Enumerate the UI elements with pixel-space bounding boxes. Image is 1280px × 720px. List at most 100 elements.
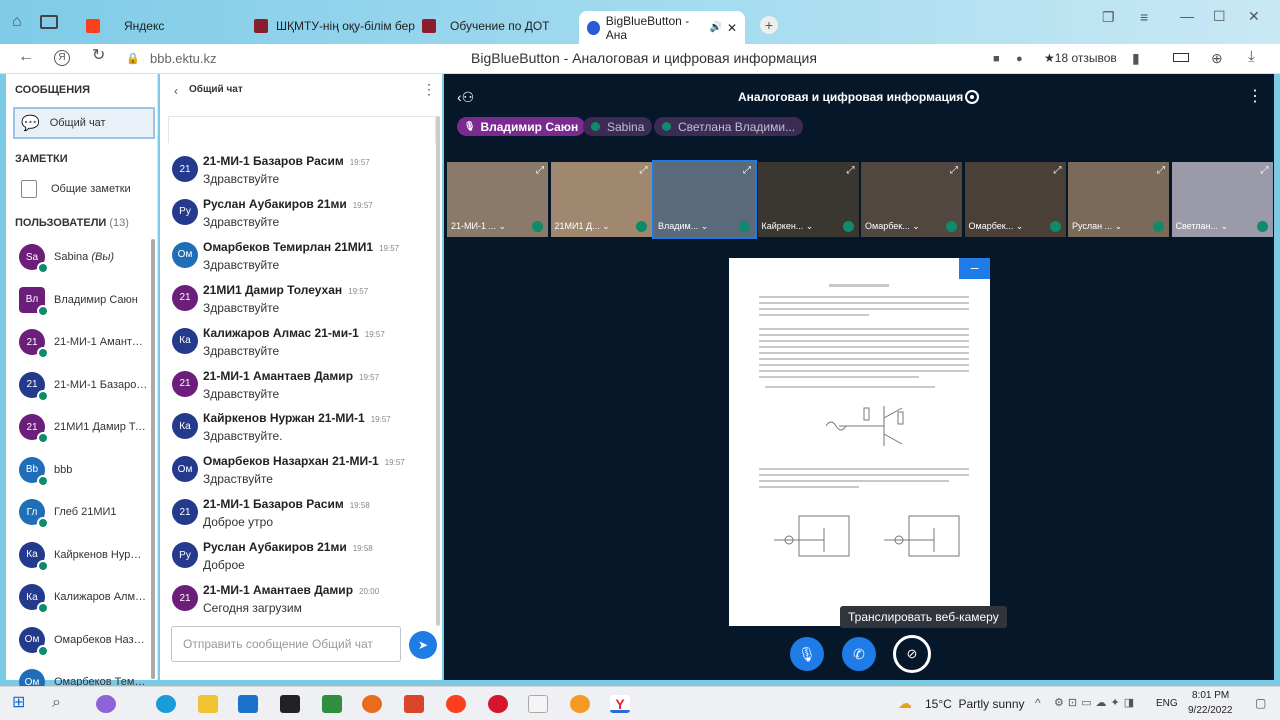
back-icon[interactable]: ← [18, 49, 34, 65]
fullscreen-icon[interactable]: ⤢ [950, 165, 958, 176]
user-list-item[interactable]: 21 21-МИ-1 Амантае... [6, 322, 158, 362]
webcam-tile[interactable]: ⤢ 21МИ1 Д... ⌄ [550, 162, 652, 237]
fullscreen-icon[interactable]: ⤢ [640, 165, 648, 176]
taskbar-app-5[interactable] [280, 695, 300, 713]
webcam-label[interactable]: 21-МИ-1 ... ⌄ [451, 221, 506, 232]
minimize-icon[interactable]: — [1180, 9, 1194, 23]
url-text[interactable]: bbb.ektu.kz [150, 51, 217, 66]
public-chat-item[interactable]: 💬 Общий чат [13, 107, 155, 139]
mic-icon[interactable]: ● [1016, 52, 1023, 66]
chat-title: Общий чат [189, 84, 243, 95]
tabs-icon[interactable] [40, 15, 58, 29]
download-icon[interactable]: ⤓ [1248, 49, 1255, 64]
office-icon[interactable] [404, 695, 424, 713]
chat-input[interactable]: Отправить сообщение Общий чат [171, 626, 401, 662]
user-list-item[interactable]: Гл Глеб 21МИ1 [6, 492, 158, 532]
tab-yandex[interactable]: Яндекс [86, 12, 164, 40]
chevron-left-icon[interactable]: ‹ [174, 84, 178, 98]
edge-icon[interactable] [156, 695, 176, 713]
user-list-item[interactable]: Sa Sabina (Вы) [6, 237, 158, 277]
sidebar-scrollbar[interactable] [151, 239, 155, 679]
user-list-item[interactable]: 21 21МИ1 Дамир Тол... [6, 407, 158, 447]
yandex-button-icon[interactable]: Я [54, 50, 70, 66]
weather-text[interactable]: 15°C Partly sunny [925, 697, 1025, 711]
new-tab-icon[interactable]: + [760, 16, 778, 34]
windows-taskbar: ⊞ ⌕ Y ☁ 15°C Partly sunny ^ ⚙⊡▭☁✦◨ ENG 8… [0, 686, 1280, 720]
send-button[interactable]: ➤ [409, 631, 437, 659]
minimize-presentation-button[interactable]: – [959, 258, 990, 279]
file-explorer-icon[interactable] [198, 695, 218, 713]
message-author: Омарбеков Назархан 21-МИ-1 19:57 [203, 454, 405, 468]
fullscreen-icon[interactable]: ⤢ [1157, 165, 1165, 176]
reviews-link[interactable]: ★18 отзывов [1044, 51, 1117, 65]
menu-icon[interactable]: ≡ [1140, 10, 1148, 24]
user-list-item[interactable]: Ка Кайркенов Нуржа... [6, 535, 158, 575]
user-list-item[interactable]: 21 21-МИ-1 Базаров ... [6, 365, 158, 405]
taskbar-app-1[interactable] [96, 695, 116, 713]
fullscreen-icon[interactable]: ⤢ [1054, 165, 1062, 176]
chat-scrollbar[interactable] [436, 116, 440, 626]
shared-notes-item[interactable]: Общие заметки [6, 178, 158, 200]
user-list-item[interactable]: Ом Омарбеков Назар... [6, 620, 158, 660]
webcam-tile[interactable]: ⤢ Омарбек... ⌄ [861, 162, 962, 237]
clock-time[interactable]: 8:01 PM [1192, 690, 1229, 701]
taskbar-app-6[interactable] [322, 695, 342, 713]
sound-icon[interactable]: 🔊 [709, 22, 721, 33]
bookmarks-icon[interactable]: ❐ [1102, 10, 1115, 24]
opera-icon[interactable] [488, 695, 508, 713]
tab-bigbluebutton[interactable]: BigBlueButton - Ана 🔊 ✕ [579, 11, 745, 44]
webcam-tile[interactable]: ⤢ Руслан ... ⌄ [1068, 162, 1169, 237]
home-icon[interactable]: ⌂ [12, 14, 22, 30]
user-list-item[interactable]: Bb bbb [6, 450, 158, 490]
fullscreen-icon[interactable]: ⤢ [536, 165, 544, 176]
webcam-label[interactable]: Кайркен... ⌄ [762, 221, 814, 232]
reload-icon[interactable]: ↻ [92, 48, 105, 64]
mail-icon[interactable] [238, 695, 258, 713]
taskbar-app-12[interactable] [570, 695, 590, 713]
site-icon [422, 19, 436, 33]
camera-icon[interactable]: ■ [993, 52, 1000, 66]
taskbar-app-11[interactable] [528, 695, 548, 713]
language-indicator[interactable]: ENG [1156, 698, 1178, 709]
audio-button[interactable]: ✆ [842, 637, 876, 671]
webcam-button[interactable]: ⊘ [893, 635, 931, 673]
webcam-label[interactable]: 21МИ1 Д... ⌄ [555, 221, 610, 232]
fullscreen-icon[interactable]: ⤢ [1261, 165, 1269, 176]
webcam-tile[interactable]: ⤢ Светлан... ⌄ [1171, 162, 1273, 237]
webcam-label[interactable]: Омарбек... ⌄ [865, 221, 920, 232]
tab-vkstu[interactable]: ШҚМТУ-нің оқу-білім бер [254, 12, 415, 40]
extension-icon[interactable]: ⊕ [1211, 51, 1223, 65]
close-tab-icon[interactable]: ✕ [727, 21, 737, 35]
muted-mic-icon [591, 122, 600, 131]
search-icon[interactable]: ⌕ [52, 695, 61, 711]
tray-chevron-icon[interactable]: ^ [1035, 696, 1041, 710]
notification-icon[interactable]: ▢ [1255, 696, 1266, 710]
windows-start-icon[interactable]: ⊞ [12, 695, 25, 711]
webcam-label[interactable]: Светлан... ⌄ [1176, 221, 1229, 232]
more-options-icon[interactable]: ⋮ [422, 82, 436, 96]
tab-dot[interactable]: Обучение по ДОТ [422, 12, 550, 40]
webcam-label[interactable]: Омарбек... ⌄ [969, 221, 1024, 232]
tray-icons[interactable]: ⚙⊡▭☁✦◨ [1054, 696, 1138, 710]
user-list-item[interactable]: Вл Владимир Саюн [6, 280, 158, 320]
webcam-tile[interactable]: ⤢ 21-МИ-1 ... ⌄ [447, 162, 548, 237]
user-list-item[interactable]: Ка Калижаров Алма... [6, 577, 158, 617]
fullscreen-icon[interactable]: ⤢ [743, 165, 751, 176]
user-list-toggle-icon[interactable]: ‹⚇ [457, 90, 474, 104]
clock-date[interactable]: 9/22/2022 [1188, 705, 1233, 716]
webcam-label[interactable]: Руслан ... ⌄ [1072, 221, 1122, 232]
yandex-browser-icon[interactable]: Y [610, 695, 630, 713]
bookmark-icon[interactable]: ▮ [1132, 51, 1140, 65]
close-window-icon[interactable]: ✕ [1248, 9, 1260, 23]
firefox-icon[interactable] [362, 695, 382, 713]
webcam-label[interactable]: Владим... ⌄ [658, 221, 708, 232]
webcam-tile[interactable]: ⤢ Владим... ⌄ [652, 160, 757, 239]
options-icon[interactable]: ⋮ [1247, 89, 1263, 105]
yandex-icon[interactable] [446, 695, 466, 713]
maximize-icon[interactable]: ☐ [1213, 9, 1226, 23]
webcam-tile[interactable]: ⤢ Омарбек... ⌄ [964, 162, 1066, 237]
webcam-tile[interactable]: ⤢ Кайркен... ⌄ [757, 162, 859, 237]
mic-button[interactable]: 🎙 [790, 637, 824, 671]
fullscreen-icon[interactable]: ⤢ [847, 165, 855, 176]
recording-icon[interactable] [965, 90, 979, 104]
